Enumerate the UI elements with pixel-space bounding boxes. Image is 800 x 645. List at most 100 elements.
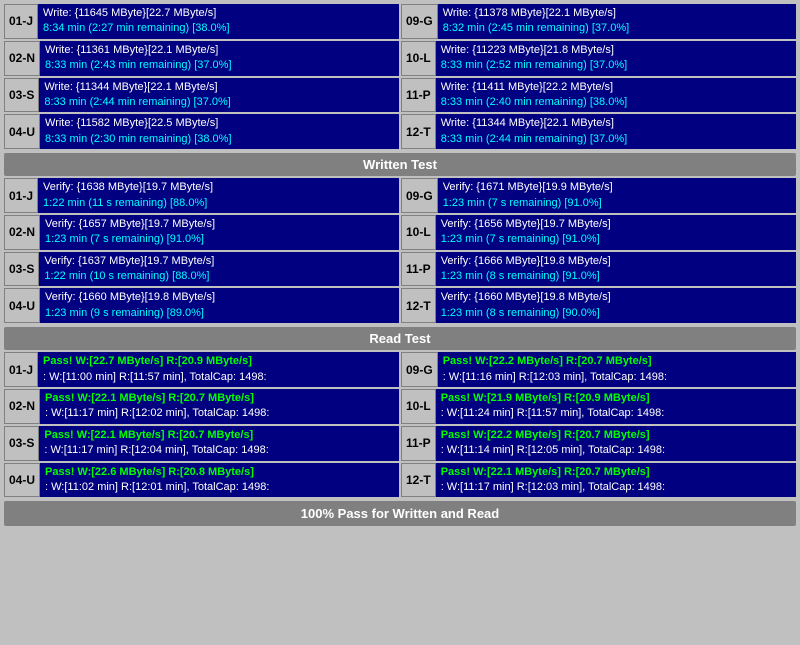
footer-status: 100% Pass for Written and Read: [4, 501, 796, 526]
drive-line2: 8:33 min (2:52 min remaining) [37.0%]: [441, 58, 791, 73]
drive-line1: Pass! W:[22.7 MByte/s] R:[20.9 MByte/s]: [43, 354, 394, 369]
drive-cell-10-l: 10-LWrite: {11223 MByte}[21.8 MByte/s]8:…: [401, 41, 796, 76]
drive-line2: 8:32 min (2:45 min remaining) [37.0%]: [443, 21, 791, 36]
drive-line2: : W:[11:17 min] R:[12:04 min], TotalCap:…: [44, 443, 394, 458]
drive-id-02-n: 02-N: [4, 215, 40, 250]
drive-cell-12-t: 12-TVerify: {1660 MByte}[19.8 MByte/s]1:…: [401, 288, 796, 323]
drive-line1: Write: {11645 MByte}[22.7 MByte/s]: [43, 6, 394, 21]
drive-line2: 1:23 min (7 s remaining) [91.0%]: [45, 232, 394, 247]
drive-info-09-g: Verify: {1671 MByte}[19.9 MByte/s]1:23 m…: [438, 178, 796, 213]
drive-line2: 8:34 min (2:27 min remaining) [38.0%]: [43, 21, 394, 36]
drive-info-09-g: Write: {11378 MByte}[22.1 MByte/s]8:32 m…: [438, 4, 796, 39]
drive-line2: : W:[11:17 min] R:[12:02 min], TotalCap:…: [45, 406, 394, 421]
drive-info-02-n: Pass! W:[22.1 MByte/s] R:[20.7 MByte/s]:…: [40, 389, 399, 424]
write-test-grid: 01-JWrite: {11645 MByte}[22.7 MByte/s]8:…: [4, 4, 796, 149]
drive-id-04-u: 04-U: [4, 463, 40, 498]
drive-cell-02-n: 02-NWrite: {11361 MByte}[22.1 MByte/s]8:…: [4, 41, 399, 76]
drive-line2: 8:33 min (2:44 min remaining) [37.0%]: [44, 95, 394, 110]
drive-id-11-p: 11-P: [401, 78, 436, 113]
write-test-header: Written Test: [4, 153, 796, 176]
drive-line2: 1:23 min (9 s remaining) [89.0%]: [45, 306, 394, 321]
drive-info-10-l: Verify: {1656 MByte}[19.7 MByte/s]1:23 m…: [436, 215, 796, 250]
drive-line1: Write: {11344 MByte}[22.1 MByte/s]: [441, 116, 791, 131]
drive-info-04-u: Write: {11582 MByte}[22.5 MByte/s]8:33 m…: [40, 114, 399, 149]
drive-line1: Pass! W:[22.2 MByte/s] R:[20.7 MByte/s]: [443, 354, 791, 369]
read-test-section: Read Test 01-JPass! W:[22.7 MByte/s] R:[…: [4, 327, 796, 497]
drive-line2: 1:23 min (8 s remaining) [91.0%]: [441, 269, 791, 284]
drive-id-03-s: 03-S: [4, 426, 39, 461]
drive-line1: Write: {11344 MByte}[22.1 MByte/s]: [44, 80, 394, 95]
drive-info-03-s: Write: {11344 MByte}[22.1 MByte/s]8:33 m…: [39, 78, 399, 113]
drive-id-10-l: 10-L: [401, 389, 436, 424]
drive-line2: 8:33 min (2:30 min remaining) [38.0%]: [45, 132, 394, 147]
drive-line1: Verify: {1660 MByte}[19.8 MByte/s]: [441, 290, 791, 305]
drive-line2: 8:33 min (2:44 min remaining) [37.0%]: [441, 132, 791, 147]
drive-line1: Verify: {1671 MByte}[19.9 MByte/s]: [443, 180, 791, 195]
drive-line1: Pass! W:[22.1 MByte/s] R:[20.7 MByte/s]: [44, 428, 394, 443]
drive-cell-12-t: 12-TWrite: {11344 MByte}[22.1 MByte/s]8:…: [401, 114, 796, 149]
drive-line1: Pass! W:[21.9 MByte/s] R:[20.9 MByte/s]: [441, 391, 791, 406]
verify-test-section: 01-JVerify: {1638 MByte}[19.7 MByte/s]1:…: [4, 178, 796, 323]
drive-cell-01-j: 01-JVerify: {1638 MByte}[19.7 MByte/s]1:…: [4, 178, 399, 213]
drive-info-11-p: Verify: {1666 MByte}[19.8 MByte/s]1:23 m…: [436, 252, 796, 287]
drive-line1: Write: {11223 MByte}[21.8 MByte/s]: [441, 43, 791, 58]
drive-id-09-g: 09-G: [401, 352, 438, 387]
drive-cell-02-n: 02-NVerify: {1657 MByte}[19.7 MByte/s]1:…: [4, 215, 399, 250]
drive-info-04-u: Pass! W:[22.6 MByte/s] R:[20.8 MByte/s]:…: [40, 463, 399, 498]
drive-id-12-t: 12-T: [401, 463, 436, 498]
drive-line1: Verify: {1666 MByte}[19.8 MByte/s]: [441, 254, 791, 269]
drive-id-04-u: 04-U: [4, 288, 40, 323]
drive-cell-11-p: 11-PPass! W:[22.2 MByte/s] R:[20.7 MByte…: [401, 426, 796, 461]
drive-id-01-j: 01-J: [4, 4, 38, 39]
drive-id-11-p: 11-P: [401, 426, 436, 461]
drive-info-02-n: Verify: {1657 MByte}[19.7 MByte/s]1:23 m…: [40, 215, 399, 250]
drive-line1: Verify: {1657 MByte}[19.7 MByte/s]: [45, 217, 394, 232]
drive-line2: : W:[11:17 min] R:[12:03 min], TotalCap:…: [441, 480, 791, 495]
drive-cell-03-s: 03-SVerify: {1637 MByte}[19.7 MByte/s]1:…: [4, 252, 399, 287]
drive-line2: 1:23 min (7 s remaining) [91.0%]: [443, 196, 791, 211]
drive-id-12-t: 12-T: [401, 114, 436, 149]
drive-info-12-t: Write: {11344 MByte}[22.1 MByte/s]8:33 m…: [436, 114, 796, 149]
drive-line1: Verify: {1656 MByte}[19.7 MByte/s]: [441, 217, 791, 232]
drive-cell-10-l: 10-LVerify: {1656 MByte}[19.7 MByte/s]1:…: [401, 215, 796, 250]
drive-cell-11-p: 11-PWrite: {11411 MByte}[22.2 MByte/s]8:…: [401, 78, 796, 113]
drive-line2: 1:23 min (8 s remaining) [90.0%]: [441, 306, 791, 321]
drive-cell-04-u: 04-UVerify: {1660 MByte}[19.8 MByte/s]1:…: [4, 288, 399, 323]
drive-info-03-s: Verify: {1637 MByte}[19.7 MByte/s]1:22 m…: [39, 252, 399, 287]
drive-info-01-j: Pass! W:[22.7 MByte/s] R:[20.9 MByte/s]:…: [38, 352, 399, 387]
drive-info-01-j: Verify: {1638 MByte}[19.7 MByte/s]1:22 m…: [38, 178, 399, 213]
drive-cell-01-j: 01-JWrite: {11645 MByte}[22.7 MByte/s]8:…: [4, 4, 399, 39]
drive-info-04-u: Verify: {1660 MByte}[19.8 MByte/s]1:23 m…: [40, 288, 399, 323]
read-test-header: Read Test: [4, 327, 796, 350]
drive-cell-04-u: 04-UWrite: {11582 MByte}[22.5 MByte/s]8:…: [4, 114, 399, 149]
drive-line2: : W:[11:02 min] R:[12:01 min], TotalCap:…: [45, 480, 394, 495]
drive-id-03-s: 03-S: [4, 252, 39, 287]
drive-line1: Pass! W:[22.6 MByte/s] R:[20.8 MByte/s]: [45, 465, 394, 480]
drive-cell-02-n: 02-NPass! W:[22.1 MByte/s] R:[20.7 MByte…: [4, 389, 399, 424]
drive-line2: : W:[11:16 min] R:[12:03 min], TotalCap:…: [443, 370, 791, 385]
drive-cell-04-u: 04-UPass! W:[22.6 MByte/s] R:[20.8 MByte…: [4, 463, 399, 498]
write-test-section: 01-JWrite: {11645 MByte}[22.7 MByte/s]8:…: [4, 4, 796, 176]
drive-info-10-l: Pass! W:[21.9 MByte/s] R:[20.9 MByte/s]:…: [436, 389, 796, 424]
drive-line2: 1:23 min (7 s remaining) [91.0%]: [441, 232, 791, 247]
drive-info-01-j: Write: {11645 MByte}[22.7 MByte/s]8:34 m…: [38, 4, 399, 39]
main-container: 01-JWrite: {11645 MByte}[22.7 MByte/s]8:…: [0, 0, 800, 530]
drive-line1: Write: {11582 MByte}[22.5 MByte/s]: [45, 116, 394, 131]
drive-line1: Write: {11378 MByte}[22.1 MByte/s]: [443, 6, 791, 21]
drive-info-10-l: Write: {11223 MByte}[21.8 MByte/s]8:33 m…: [436, 41, 796, 76]
drive-line2: : W:[11:14 min] R:[12:05 min], TotalCap:…: [441, 443, 791, 458]
drive-info-03-s: Pass! W:[22.1 MByte/s] R:[20.7 MByte/s]:…: [39, 426, 399, 461]
drive-line2: : W:[11:24 min] R:[11:57 min], TotalCap:…: [441, 406, 791, 421]
drive-cell-11-p: 11-PVerify: {1666 MByte}[19.8 MByte/s]1:…: [401, 252, 796, 287]
drive-info-09-g: Pass! W:[22.2 MByte/s] R:[20.7 MByte/s]:…: [438, 352, 796, 387]
drive-id-03-s: 03-S: [4, 78, 39, 113]
drive-id-11-p: 11-P: [401, 252, 436, 287]
drive-id-09-g: 09-G: [401, 4, 438, 39]
drive-line2: 8:33 min (2:40 min remaining) [38.0%]: [441, 95, 791, 110]
drive-id-01-j: 01-J: [4, 178, 38, 213]
drive-line1: Pass! W:[22.1 MByte/s] R:[20.7 MByte/s]: [45, 391, 394, 406]
drive-line2: 8:33 min (2:43 min remaining) [37.0%]: [45, 58, 394, 73]
drive-line2: : W:[11:00 min] R:[11:57 min], TotalCap:…: [43, 370, 394, 385]
drive-id-04-u: 04-U: [4, 114, 40, 149]
drive-info-02-n: Write: {11361 MByte}[22.1 MByte/s]8:33 m…: [40, 41, 399, 76]
